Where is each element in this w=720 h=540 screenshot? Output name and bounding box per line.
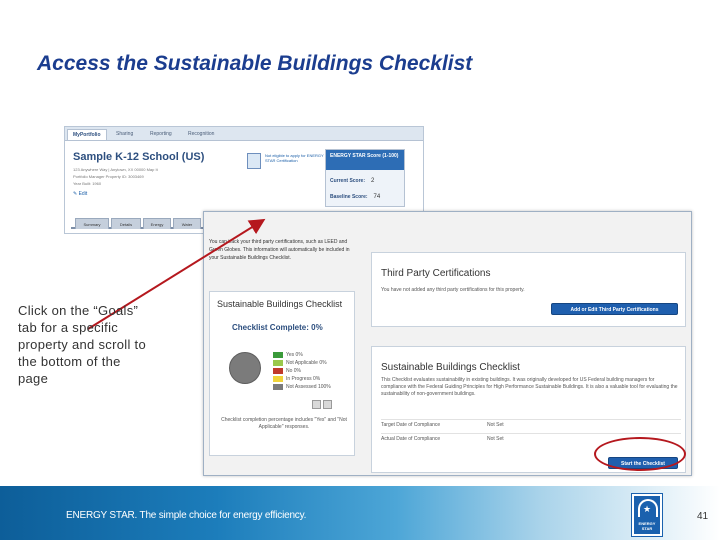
tab-details[interactable]: Details	[111, 218, 141, 229]
legend-label: Yes 0%	[286, 352, 303, 358]
current-score-label: Current Score:	[330, 178, 366, 184]
score-header: ENERGY STAR Score (1-100)	[326, 150, 404, 170]
tab-water[interactable]: Water	[173, 218, 201, 229]
certification-link[interactable]: Not eligible to apply for ENERGY STAR Ce…	[265, 153, 327, 163]
tab-reporting[interactable]: Reporting	[145, 129, 177, 140]
download-icon[interactable]	[323, 400, 332, 409]
current-score-row: Current Score: 2	[330, 178, 374, 184]
property-address: 123 Anywhere Way | Anytown, XX 00000 Map…	[73, 167, 158, 172]
property-id: Portfolio Manager Property ID: 3003469	[73, 174, 144, 179]
pencil-icon: ✎	[73, 191, 78, 197]
legend-swatch	[273, 368, 283, 374]
score-panel: ENERGY STAR Score (1-100) Current Score:…	[325, 149, 405, 207]
edit-link[interactable]: ✎ Edit	[73, 191, 87, 197]
baseline-score-label: Baseline Score:	[330, 194, 368, 200]
tab-sharing[interactable]: Sharing	[111, 129, 138, 140]
sbc-summary-panel: Sustainable Buildings Checklist Checklis…	[209, 291, 355, 456]
certification-status: Not eligible to apply for ENERGY STAR Ce…	[247, 153, 325, 175]
top-tab-bar: MyPortfolio Sharing Reporting Recognitio…	[65, 127, 423, 141]
energy-star-logo: ★ ENERGY STAR	[631, 493, 663, 537]
sb-description: This Checklist evaluates sustainability …	[381, 377, 678, 397]
sbc-summary-title: Sustainable Buildings Checklist	[217, 299, 343, 309]
footer-tagline: ENERGY STAR. The simple choice for energ…	[66, 510, 307, 521]
intro-text: You can track your third party certifica…	[209, 239, 350, 261]
target-date-label: Target Date of Compliance	[381, 422, 441, 428]
target-date-row: Target Date of Compliance Not Set	[381, 419, 681, 429]
property-name: Sample K-12 School (US)	[73, 151, 205, 163]
mini-icon-group	[312, 396, 334, 414]
sb-title: Sustainable Buildings Checklist	[381, 362, 520, 373]
goals-screenshot: You can track your third party certifica…	[203, 211, 692, 476]
tab-myportfolio[interactable]: MyPortfolio	[67, 129, 107, 140]
legend-swatch	[273, 360, 283, 366]
legend-label: In Progress 0%	[286, 376, 321, 382]
instruction-text: Click on the “Goals” tab for a specific …	[18, 303, 146, 386]
year-built: Year Built: 1960	[73, 181, 102, 186]
tpc-text: You have not added any third party certi…	[381, 287, 525, 293]
tab-summary[interactable]: Summary	[75, 218, 109, 229]
actual-date-label: Actual Date of Compliance	[381, 436, 441, 442]
page-number: 41	[697, 511, 709, 522]
add-certifications-button[interactable]: Add or Edit Third Party Certifications	[551, 303, 678, 315]
current-score-value: 2	[371, 178, 375, 184]
actual-date-value: Not Set	[487, 436, 504, 442]
third-party-certifications-panel: Third Party Certifications You have not …	[371, 252, 686, 327]
checklist-complete: Checklist Complete: 0%	[232, 323, 323, 332]
legend-label: Not Assessed 100%	[286, 384, 331, 390]
progress-pie-chart	[229, 352, 261, 384]
baseline-score-row: Baseline Score: 74	[330, 194, 380, 200]
tab-recognition[interactable]: Recognition	[183, 129, 219, 140]
tab-energy[interactable]: Energy	[143, 218, 171, 229]
baseline-score-value: 74	[373, 194, 381, 200]
legend-swatch	[273, 352, 283, 358]
highlight-oval	[594, 437, 686, 471]
legend-swatch	[273, 376, 283, 382]
slide-title: Access the Sustainable Buildings Checkli…	[37, 52, 473, 75]
logo-text: ENERGY STAR	[638, 521, 656, 531]
star-icon: ★	[643, 504, 652, 514]
sbc-note: Checklist completion percentage includes…	[221, 417, 347, 430]
edit-link-label: Edit	[78, 191, 88, 197]
footer-band: ENERGY STAR. The simple choice for energ…	[0, 486, 720, 540]
printer-icon[interactable]	[312, 400, 321, 409]
target-date-value: Not Set	[487, 422, 504, 428]
legend-label: Not Applicable 0%	[286, 360, 327, 366]
tpc-title: Third Party Certifications	[381, 268, 491, 279]
legend-swatch	[273, 384, 283, 390]
certificate-icon	[247, 153, 261, 169]
legend-label: No 0%	[286, 368, 302, 374]
